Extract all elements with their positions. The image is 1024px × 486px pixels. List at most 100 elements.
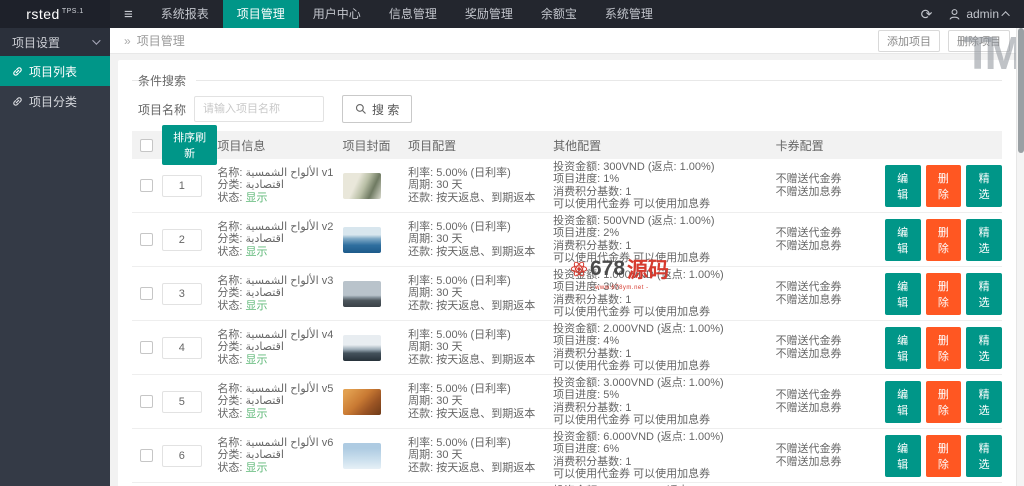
coupon-usage: 可以使用代金券 可以使用加息券 (553, 414, 711, 426)
row-checkbox[interactable] (140, 287, 154, 300)
delete-button[interactable]: 删除 (925, 326, 962, 369)
sort-refresh-button[interactable]: 排序刷新 (161, 125, 218, 165)
user-menu[interactable]: admin (948, 7, 1010, 21)
delete-button[interactable]: 删除 (925, 380, 962, 423)
delete-button[interactable]: 删除 (925, 272, 962, 315)
row-checkbox[interactable] (140, 233, 154, 246)
nav-item[interactable]: 系统报表 (147, 0, 223, 28)
status-toggle-link[interactable]: 显示 (246, 462, 268, 474)
sort-input[interactable] (161, 336, 202, 359)
delete-button[interactable]: 删除 (925, 164, 962, 207)
project-rate: 5.00% (日利率) (436, 274, 511, 287)
delete-button[interactable]: 删除 (925, 434, 962, 477)
scrollbar[interactable] (1016, 28, 1024, 486)
nav-item[interactable]: 信息管理 (375, 0, 451, 28)
app-logo-text: rsted (26, 6, 60, 22)
edit-button[interactable]: 编辑 (884, 218, 921, 261)
table-row: 名称: الألواح الشمسية v5 分类: اقتصادية 状态: … (132, 375, 1002, 429)
app-logo-version: TPS.1 (61, 7, 84, 15)
project-rate: 5.00% (日利率) (436, 220, 511, 233)
nav-item[interactable]: 用户中心 (299, 0, 375, 28)
project-progress: 5% (603, 389, 620, 401)
refresh-icon[interactable]: ⟳ (921, 6, 933, 23)
points-base: 1 (625, 455, 632, 468)
points-base: 1 (625, 347, 632, 360)
feature-button[interactable]: 精选 (966, 272, 1002, 315)
sort-input[interactable] (161, 390, 202, 413)
row-checkbox[interactable] (140, 395, 154, 408)
sidebar-section-project-settings[interactable]: 项目设置 (0, 28, 110, 56)
user-icon (949, 8, 960, 20)
nav-item[interactable]: 系统管理 (591, 0, 667, 28)
row-checkbox[interactable] (140, 449, 154, 462)
sort-input[interactable] (161, 282, 202, 305)
project-name-label: 项目名称 (138, 102, 187, 117)
project-name-input[interactable] (194, 96, 325, 122)
feature-button[interactable]: 精选 (966, 434, 1002, 477)
delete-button[interactable]: 删除 (925, 218, 962, 261)
edit-button[interactable]: 编辑 (884, 164, 921, 207)
no-voucher-label: 不赠送代金券 (775, 443, 842, 455)
status-toggle-link[interactable]: 显示 (246, 354, 268, 366)
search-form: 项目名称 搜 索 (138, 95, 1002, 123)
nav-item[interactable]: 余额宝 (527, 0, 591, 28)
edit-button[interactable]: 编辑 (884, 326, 921, 369)
points-base: 1 (625, 293, 632, 306)
feature-button[interactable]: 精选 (966, 218, 1002, 261)
no-interest-coupon-label: 不赠送加息券 (775, 401, 842, 414)
row-checkbox[interactable] (140, 179, 154, 192)
nav-item[interactable]: 奖励管理 (451, 0, 527, 28)
invest-amount: 3.000VND (返点: 1.00%) (603, 376, 724, 389)
coupon-usage: 可以使用代金券 可以使用加息券 (553, 252, 711, 264)
feature-button[interactable]: 精选 (966, 380, 1002, 423)
topbar-right: ⟳ admin (921, 6, 1024, 23)
header-project-cover: 项目封面 (342, 138, 391, 153)
add-project-button[interactable]: 添加项目 (878, 29, 940, 52)
hamburger-menu-icon[interactable]: ≡ (110, 6, 147, 23)
feature-button[interactable]: 精选 (966, 326, 1002, 369)
project-cycle: 30 天 (436, 341, 463, 354)
toolbar: 添加项目 删除项目 (878, 29, 1010, 52)
search-button[interactable]: 搜 索 (342, 95, 413, 123)
invest-amount: 500VND (返点: 1.00%) (603, 214, 715, 227)
no-voucher-label: 不赠送代金券 (775, 281, 842, 293)
status-toggle-link[interactable]: 显示 (246, 246, 268, 258)
project-cover-thumb (342, 226, 381, 253)
sort-input[interactable] (161, 174, 202, 197)
project-cycle: 30 天 (436, 233, 463, 246)
table-row: 名称: الألواح الشمسية v3 分类: اقتصادية 状态: … (132, 267, 1002, 321)
app-logo[interactable]: rsted TPS.1 (0, 0, 110, 28)
edit-button[interactable]: 编辑 (884, 272, 921, 315)
edit-button[interactable]: 编辑 (884, 434, 921, 477)
delete-project-button[interactable]: 删除项目 (948, 29, 1010, 52)
breadcrumb-bar: » 项目管理 添加项目 删除项目 (110, 28, 1024, 54)
project-repay: 按天返息、到期返本 (436, 299, 536, 312)
feature-button[interactable]: 精选 (966, 164, 1002, 207)
edit-button[interactable]: 编辑 (884, 380, 921, 423)
sidebar-item[interactable]: 项目列表 (0, 56, 110, 86)
user-name: admin (966, 7, 999, 21)
project-cover-thumb (342, 172, 381, 199)
sort-input[interactable] (161, 444, 202, 467)
scrollbar-thumb[interactable] (1018, 28, 1024, 153)
sort-input[interactable] (161, 228, 202, 251)
search-fieldset: 条件搜索 (132, 72, 1002, 89)
header-project-info: 项目信息 (217, 138, 266, 153)
status-toggle-link[interactable]: 显示 (246, 192, 268, 204)
project-cycle: 30 天 (436, 395, 463, 408)
project-name: الألواح الشمسية v3 (245, 274, 334, 287)
project-repay: 按天返息、到期返本 (436, 245, 536, 258)
status-toggle-link[interactable]: 显示 (246, 408, 268, 420)
row-checkbox[interactable] (140, 341, 154, 354)
points-base: 1 (625, 185, 632, 198)
no-interest-coupon-label: 不赠送加息券 (775, 185, 842, 198)
nav-item[interactable]: 项目管理 (222, 0, 299, 28)
project-category: اقتصادية (245, 341, 284, 354)
status-toggle-link[interactable]: 显示 (246, 300, 268, 312)
coupon-usage: 可以使用代金券 可以使用加息券 (553, 306, 711, 318)
select-all-checkbox[interactable] (140, 138, 154, 152)
sidebar-item[interactable]: 项目分类 (0, 86, 110, 116)
breadcrumb-arrow: » (124, 33, 131, 48)
project-table: 排序刷新 项目信息 项目封面 项目配置 其他配置 卡券配置 名称: الألوا… (132, 125, 1002, 486)
invest-amount: 1.000VND (返点: 1.00%) (603, 268, 724, 281)
